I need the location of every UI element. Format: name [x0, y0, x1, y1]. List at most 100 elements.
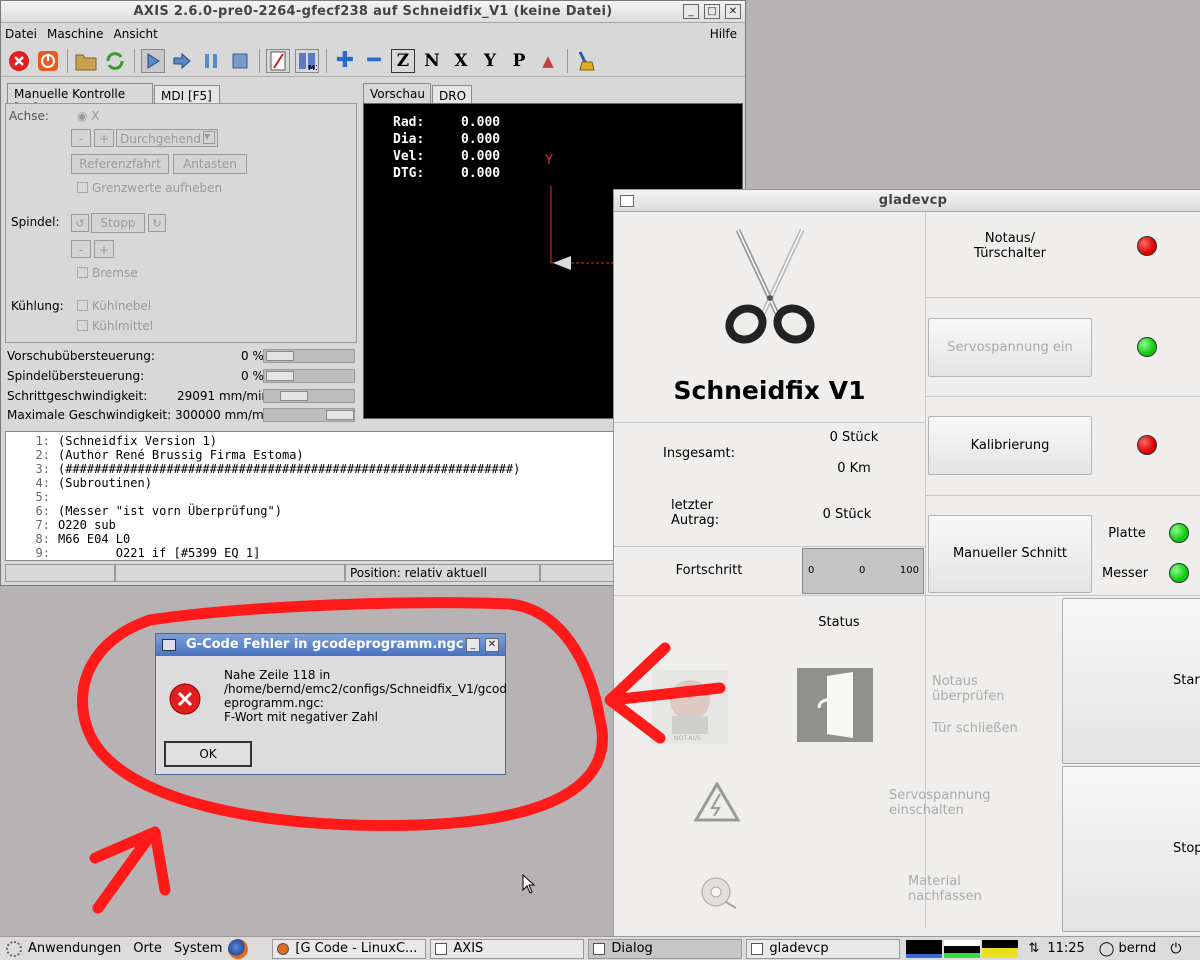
axis-titlebar[interactable]: AXIS 2.6.0-pre0-2264-gfecf238 auf Schnei…	[1, 1, 745, 23]
gladevcp-titlebar[interactable]: gladevcp	[614, 190, 1200, 212]
power-icon[interactable]	[36, 49, 60, 73]
system-menu[interactable]: System	[174, 941, 222, 956]
error-icon	[169, 683, 201, 715]
run-icon[interactable]	[141, 48, 165, 73]
task-firefox[interactable]: [G Code - LinuxC...	[272, 938, 427, 959]
jog-plus-button[interactable]: +	[94, 129, 114, 147]
stop-icon[interactable]	[228, 49, 252, 73]
view-z-icon[interactable]: Z	[391, 48, 415, 73]
jog-speed-slider[interactable]	[263, 389, 355, 403]
close-button[interactable]: ✕	[725, 4, 741, 19]
home-button[interactable]: Referenzfahrt	[71, 154, 169, 174]
code-line[interactable]: 9: O221 if [#5399 EQ 1]	[6, 546, 520, 560]
dialog-ok-button[interactable]: OK	[164, 741, 252, 767]
task-gladevcp[interactable]: gladevcp	[746, 938, 901, 959]
tab-mdi[interactable]: MDI [F5]	[154, 85, 220, 105]
rotate-view-icon[interactable]: ▲	[536, 49, 560, 73]
view-y-icon[interactable]: Y	[478, 49, 502, 73]
tab-dro[interactable]: DRO	[432, 85, 472, 105]
platte-label: Platte	[1108, 526, 1146, 541]
code-line[interactable]: 8: M66 E04 L0	[6, 532, 520, 546]
applications-menu[interactable]: Anwendungen	[28, 941, 121, 956]
axis-toolbar: M1 ✚ ━ Z N X Y P ▲	[1, 45, 745, 77]
dialog-titlebar[interactable]: G-Code Fehler in gcodeprogramm.ngc _ ✕	[156, 634, 505, 656]
step-icon[interactable]	[170, 49, 194, 73]
task-axis[interactable]: AXIS	[430, 938, 585, 959]
optional-stop-icon[interactable]: M1	[295, 48, 319, 73]
spindle-plus-button[interactable]: +	[94, 240, 114, 258]
stop-button[interactable]: Stop	[1062, 766, 1200, 932]
code-line[interactable]: 6: (Messer "ist vorn Überprüfung")	[6, 504, 520, 518]
dialog-close-button[interactable]: ✕	[485, 638, 499, 652]
reload-icon[interactable]	[103, 49, 127, 73]
start-button[interactable]: Start	[1062, 598, 1200, 764]
code-text: (Schneidfix Version 1)	[58, 434, 217, 448]
feed-override-slider[interactable]	[263, 349, 355, 363]
pause-icon[interactable]	[199, 49, 223, 73]
code-line[interactable]: 2: (Author René Brussig Firma Estoma)	[6, 448, 520, 462]
dro-dtg-label: DTG:	[393, 166, 425, 181]
axis-x-radio[interactable]: ◉ X	[77, 109, 100, 123]
menu-ansicht[interactable]: Ansicht	[114, 27, 158, 41]
menu-maschine[interactable]: Maschine	[47, 27, 103, 41]
flood-checkbox[interactable]: Kühlmittel	[77, 319, 153, 333]
open-folder-icon[interactable]	[74, 49, 98, 73]
notaus-led	[1137, 236, 1157, 256]
line-number: 8:	[35, 532, 50, 546]
mist-checkbox[interactable]: Kühlnebel	[77, 299, 151, 313]
estop-icon[interactable]	[7, 49, 31, 73]
view-p-icon[interactable]: P	[507, 49, 531, 73]
menu-datei[interactable]: Datei	[5, 27, 37, 41]
mouse-cursor-icon	[522, 874, 536, 894]
zoom-in-icon[interactable]: ✚	[333, 48, 357, 73]
network-icon[interactable]: ⇅	[1028, 941, 1039, 956]
touch-off-button[interactable]: Antasten	[173, 154, 247, 174]
maximize-button[interactable]: □	[704, 4, 720, 19]
tab-preview[interactable]: Vorschau	[363, 83, 431, 103]
code-line[interactable]: 1: (Schneidfix Version 1)	[6, 434, 520, 448]
hint-notaus: Notaus überprüfen	[932, 674, 1005, 704]
menu-hilfe[interactable]: Hilfe	[710, 27, 737, 41]
clear-plot-icon[interactable]	[574, 49, 598, 73]
override-limits-checkbox[interactable]: Grenzwerte aufheben	[77, 181, 222, 195]
block-delete-icon[interactable]	[266, 48, 290, 73]
code-line[interactable]: 3: (#####################################…	[6, 462, 521, 476]
minimize-button[interactable]: _	[683, 4, 699, 19]
dialog-window-icon[interactable]	[162, 639, 176, 651]
last-job-label: letzter Autrag:	[671, 498, 720, 528]
menu-icon[interactable]	[6, 940, 22, 957]
code-line[interactable]: 7: O220 sub	[6, 518, 520, 532]
code-text: O220 sub	[58, 518, 116, 532]
spindel-label: Spindel:	[11, 215, 60, 229]
spindle-cw-icon[interactable]: ↻	[148, 214, 166, 232]
tab-manual[interactable]: Manuelle Kontrolle [F3]	[7, 83, 153, 115]
view-z2-icon[interactable]: N	[420, 49, 444, 73]
code-line[interactable]: 5:	[6, 490, 520, 504]
spindle-minus-button[interactable]: -	[71, 240, 91, 258]
servo-on-button[interactable]: Servospannung ein	[928, 318, 1092, 377]
dialog-minimize-button[interactable]: _	[466, 638, 480, 652]
places-menu[interactable]: Orte	[133, 941, 162, 956]
error-dialog: G-Code Fehler in gcodeprogramm.ngc _ ✕ N…	[155, 633, 507, 775]
code-line[interactable]: 4: (Subroutinen)	[6, 476, 520, 490]
spindle-ccw-icon[interactable]: ↺	[71, 214, 89, 232]
spindle-override-slider[interactable]	[263, 369, 355, 383]
total-km: 0 Km	[837, 461, 871, 476]
user-name[interactable]: bernd	[1118, 941, 1156, 956]
view-x-icon[interactable]: X	[449, 49, 473, 73]
max-velocity-slider[interactable]	[263, 408, 355, 422]
clock[interactable]: 11:25	[1047, 941, 1084, 956]
shutdown-icon[interactable]: ⏻	[1170, 941, 1181, 957]
spindle-stop-button[interactable]: Stopp	[91, 213, 145, 233]
jog-minus-button[interactable]: -	[71, 129, 91, 147]
code-text: O221 if [#5399 EQ 1]	[58, 546, 261, 560]
brake-checkbox[interactable]: Bremse	[77, 266, 138, 280]
dro-dtg-value: 0.000	[461, 166, 501, 181]
zoom-out-icon[interactable]: ━	[362, 48, 386, 73]
task-dialog[interactable]: Dialog	[588, 938, 743, 959]
calibrate-button[interactable]: Kalibrierung	[928, 416, 1092, 475]
manual-cut-button[interactable]: Manueller Schnitt	[928, 515, 1092, 593]
jog-mode-select[interactable]: Durchgehend ▼	[116, 129, 218, 147]
svg-text:M1: M1	[308, 64, 317, 71]
firefox-icon[interactable]	[228, 938, 249, 959]
